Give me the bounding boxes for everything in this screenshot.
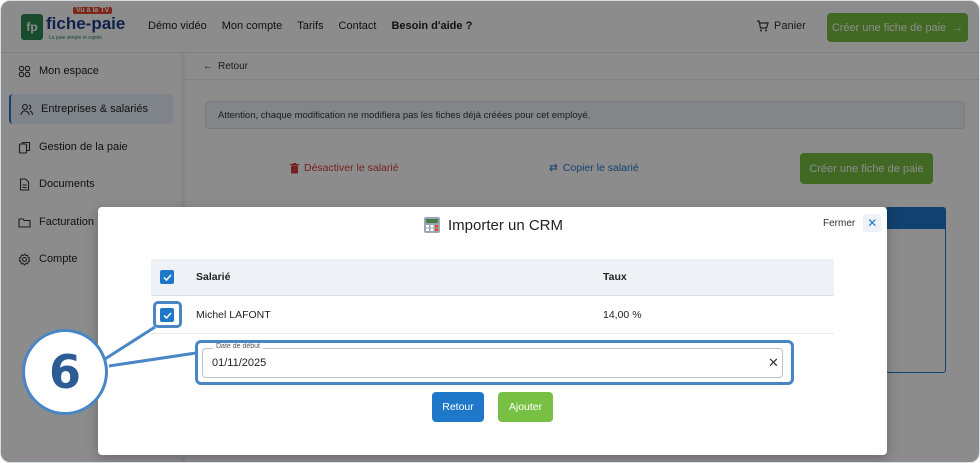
select-all-checkbox[interactable] [160, 270, 174, 284]
close-icon: ✕ [863, 214, 882, 232]
check-icon [162, 273, 172, 281]
highlight-date-field [195, 340, 794, 385]
step-number-badge: 6 [22, 329, 108, 415]
import-crm-modal: Importer un CRM Fermer ✕ Salarié Taux Mi… [98, 207, 887, 455]
close-label: Fermer [823, 217, 856, 229]
employee-name: Michel LAFONT [196, 309, 271, 321]
back-button[interactable]: Retour [432, 392, 484, 422]
table-row: Michel LAFONT 14,00 % [151, 297, 834, 334]
modal-title: Importer un CRM [98, 215, 887, 235]
employee-rate: 14,00 % [603, 309, 642, 321]
column-rate: Taux [603, 271, 627, 283]
app-window: fp fiche-paie Vu à la TV La paie simple … [0, 0, 980, 463]
highlight-checkbox [153, 301, 182, 328]
modal-title-text: Importer un CRM [447, 216, 564, 234]
table-header: Salarié Taux [151, 259, 834, 296]
add-button[interactable]: Ajouter [498, 392, 553, 422]
calculator-icon [423, 217, 440, 233]
close-modal-button[interactable]: Fermer ✕ [823, 214, 882, 232]
column-employee: Salarié [196, 271, 231, 283]
